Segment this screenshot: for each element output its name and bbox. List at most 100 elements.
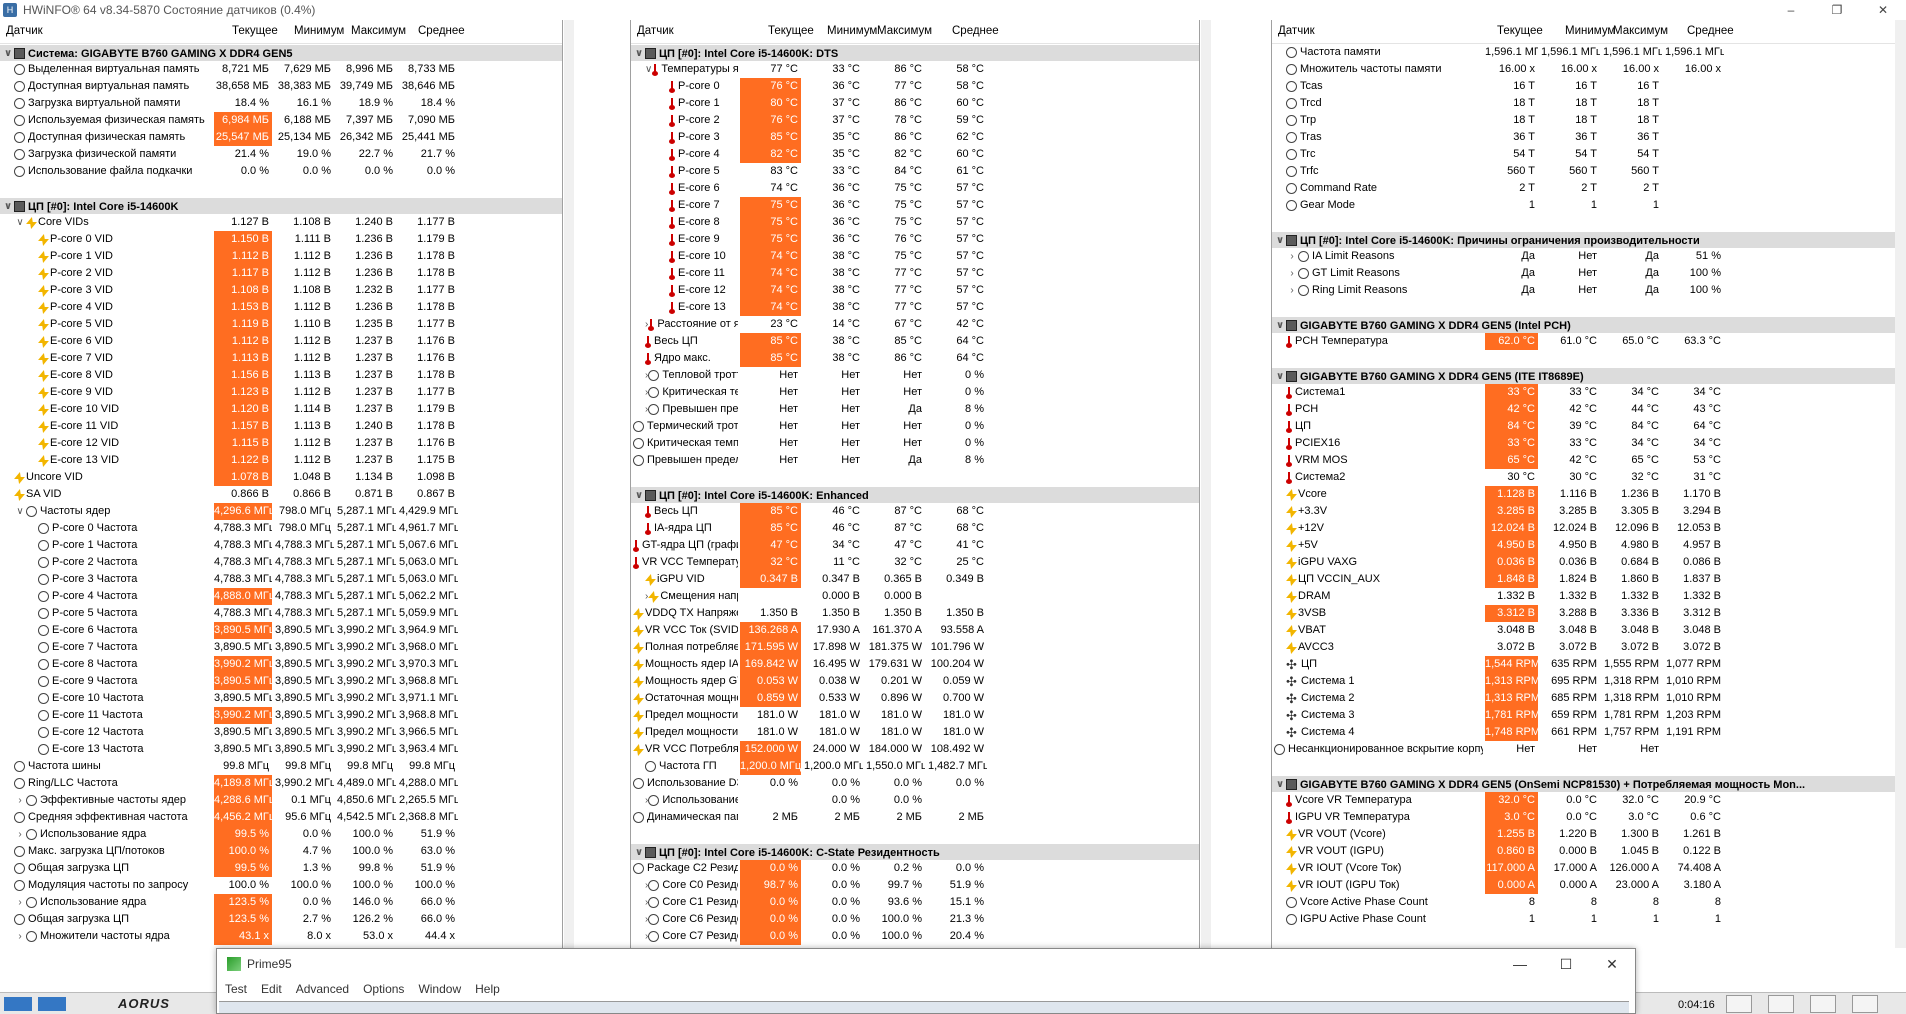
- sensor-row[interactable]: ›Core C0 Резидентность98.7 % 0.0 % 99.7 % 5…: [631, 877, 1199, 894]
- menu-window[interactable]: Window: [418, 982, 461, 996]
- prime95-close-button[interactable]: ✕: [1589, 949, 1635, 979]
- sensor-row[interactable]: VR VOUT (Vcore) 1.255 В 1.220 В 1.300 В 1.26…: [1272, 826, 1900, 843]
- sensor-row[interactable]: E-core 12 Частота 3,890.5 МГц 3,890.5 МГц 3…: [0, 724, 562, 741]
- sensor-row[interactable]: GT-ядра ЦП (графика)47 °C34 °C47 °C41 °C: [631, 537, 1199, 554]
- sensor-row[interactable]: VR IOUT (IGPU Ток) 0.000 A 0.000 A 23.000 A…: [1272, 877, 1900, 894]
- sensor-row[interactable]: E-core 7 VID 1.113 В 1.112 В 1.237 В 1.176 В: [0, 350, 562, 367]
- sensor-row[interactable]: E-core 8 75 °C 36 °C 75 °C 57 °C: [631, 214, 1199, 231]
- sensor-row[interactable]: ›Использование D3D ГП 0.0 % 0.0 %: [631, 792, 1199, 809]
- chevron-right-icon[interactable]: ›: [1286, 282, 1298, 299]
- sensor-row[interactable]: E-core 6 Частота 3,890.5 МГц 3,890.5 МГц 3,…: [0, 622, 562, 639]
- sensor-row[interactable]: E-core 13 74 °C 38 °C 77 °C 57 °C: [631, 299, 1199, 316]
- sensor-row[interactable]: P-core 5 Частота 4,788.3 МГц 4,788.3 МГц 5,…: [0, 605, 562, 622]
- chevron-down-icon[interactable]: ∨: [1274, 369, 1286, 385]
- sensor-row[interactable]: P-core 1 80 °C 37 °C 86 °C 60 °C: [631, 95, 1199, 112]
- sensor-row[interactable]: E-core 7 Частота 3,890.5 МГц 3,890.5 МГц 3,…: [0, 639, 562, 656]
- chevron-down-icon[interactable]: ∨: [1274, 777, 1286, 793]
- sensor-row[interactable]: P-core 0 76 °C 36 °C 77 °C 58 °C: [631, 78, 1199, 95]
- sensor-row[interactable]: E-core 10 74 °C 38 °C 75 °C 57 °C: [631, 248, 1199, 265]
- sensor-row[interactable]: P-core 3 Частота 4,788.3 МГц 4,788.3 МГц 5,…: [0, 571, 562, 588]
- sensor-row[interactable]: Использование файла подкачки 0.0 % 0.0 % 0.…: [0, 163, 562, 180]
- sensor-row[interactable]: P-core 2 Частота 4,788.3 МГц 4,788.3 МГц 5,…: [0, 554, 562, 571]
- header-max[interactable]: Максимум: [1613, 25, 1668, 37]
- sensor-row[interactable]: IGPU Active Phase Count 1 1 1 1: [1272, 911, 1900, 928]
- sensor-group[interactable]: ∨ ЦП [#0]: Intel Core i5-14600K: [0, 198, 562, 214]
- sensor-row[interactable]: Ядро макс. 85 °C 38 °C 86 °C 64 °C: [631, 350, 1199, 367]
- sensor-row[interactable]: Макс. загрузка ЦП/потоков 100.0 % 4.7 % 100…: [0, 843, 562, 860]
- sensor-row[interactable]: AVCC3 3.072 В 3.072 В 3.072 В 3.072 В: [1272, 639, 1900, 656]
- sensor-row[interactable]: VR VCC Потребляемая мощность (SVID PO...…: [631, 741, 1199, 758]
- sensor-row[interactable]: VRM MOS 65 °C 42 °C 65 °C 53 °C: [1272, 452, 1900, 469]
- chevron-right-icon[interactable]: ›: [1286, 265, 1298, 282]
- sensor-row[interactable]: Command Rate 2 T 2 T 2 T: [1272, 180, 1900, 197]
- sensor-row[interactable]: ✣ ЦП 1,544 RPM 635 RPM 1,555 RPM 1,077 RPM: [1272, 656, 1900, 673]
- sensor-row[interactable]: VR VCC Ток (SVID IOUT)136.268 A 17.930 A 1…: [631, 622, 1199, 639]
- sensor-pane-1[interactable]: Датчик Текущее Минимум Максимум Среднее ∨ Сист…: [0, 20, 563, 948]
- sensor-row[interactable]: Динамическая память D3D ГП 2 МБ 2 МБ 2 МБ 2 …: [631, 809, 1199, 826]
- header-current[interactable]: Текущее: [768, 25, 814, 37]
- sensor-row[interactable]: PCIEX16 33 °C 33 °C 34 °C 34 °C: [1272, 435, 1900, 452]
- menu-advanced[interactable]: Advanced: [296, 982, 349, 996]
- sensor-row[interactable]: E-core 8 Частота 3,990.2 МГц 3,890.5 МГц 3,…: [0, 656, 562, 673]
- sensor-row[interactable]: Vcore VR Температура 32.0 °C 0.0 °C 32.0 °C…: [1272, 792, 1900, 809]
- header-sensor[interactable]: Датчик: [6, 25, 43, 37]
- sensor-row[interactable]: +3.3V 3.285 В 3.285 В 3.305 В 3.294 В: [1272, 503, 1900, 520]
- sensor-group[interactable]: ∨ ЦП [#0]: Intel Core i5-14600K: Enhanced: [631, 487, 1199, 503]
- sensor-group[interactable]: ∨ ЦП [#0]: Intel Core i5-14600K: C-State …: [631, 844, 1199, 860]
- sensor-row[interactable]: Доступная виртуальная память 38,658 МБ 38,…: [0, 78, 562, 95]
- sensor-row[interactable]: E-core 7 75 °C 36 °C 75 °C 57 °C: [631, 197, 1199, 214]
- sensor-row[interactable]: Gear Mode 1 1 1: [1272, 197, 1900, 214]
- sensor-row[interactable]: SA VID 0.866 В 0.866 В 0.871 В 0.867 В: [0, 486, 562, 503]
- chevron-right-icon[interactable]: ›: [14, 894, 26, 911]
- scrollbar-1[interactable]: [564, 20, 574, 948]
- sensor-row[interactable]: P-core 3 VID 1.108 В 1.108 В 1.232 В 1.177 В: [0, 282, 562, 299]
- sensor-row[interactable]: P-core 4 82 °C 35 °C 82 °C 60 °C: [631, 146, 1199, 163]
- report-icon[interactable]: [1768, 995, 1794, 1013]
- header-min[interactable]: Минимум: [827, 25, 877, 37]
- sensor-row[interactable]: Превышен предел мощности пакета/кольца Не…: [631, 452, 1199, 469]
- sensor-pane-3[interactable]: Датчик Текущее Минимум Максимум Среднее Часто…: [1271, 20, 1901, 948]
- sensor-row[interactable]: Средняя эффективная частота 4,456.2 МГц 95…: [0, 809, 562, 826]
- sensor-row[interactable]: Система1 33 °C 33 °C 34 °C 34 °C: [1272, 384, 1900, 401]
- sensor-row[interactable]: P-core 1 VID 1.112 В 1.112 В 1.236 В 1.178 В: [0, 248, 562, 265]
- sensor-row[interactable]: E-core 13 VID 1.122 В 1.112 В 1.237 В 1.175 …: [0, 452, 562, 469]
- sensor-row[interactable]: E-core 9 VID 1.123 В 1.112 В 1.237 В 1.177 В: [0, 384, 562, 401]
- chevron-down-icon[interactable]: ∨: [14, 214, 26, 231]
- sensor-row[interactable]: Выделенная виртуальная память 8,721 МБ 7,6…: [0, 61, 562, 78]
- sensor-row[interactable]: › IA Limit Reasons Да Нет Да 51 %: [1272, 248, 1900, 265]
- header-avg[interactable]: Среднее: [418, 25, 465, 37]
- sensor-row[interactable]: VBAT 3.048 В 3.048 В 3.048 В 3.048 В: [1272, 622, 1900, 639]
- sensor-row[interactable]: Полная потребляемая мощность ЦП171.595 W…: [631, 639, 1199, 656]
- arrows-left-icon[interactable]: [4, 997, 32, 1011]
- prime95-maximize-button[interactable]: ☐: [1543, 949, 1589, 979]
- header-current[interactable]: Текущее: [1497, 25, 1543, 37]
- sensor-row[interactable]: Частота ГП 1,200.0 МГц 1,200.0 МГц 1,550.0 …: [631, 758, 1199, 775]
- sensor-row[interactable]: PCH 42 °C 42 °C 44 °C 43 °C: [1272, 401, 1900, 418]
- chevron-down-icon[interactable]: ∨: [1274, 318, 1286, 334]
- sensor-row[interactable]: ∨ Частоты ядер 4,296.6 МГц 798.0 МГц 5,287.1…: [0, 503, 562, 520]
- sensor-row[interactable]: Uncore VID 1.078 В 1.048 В 1.134 В 1.098 В: [0, 469, 562, 486]
- sensor-row[interactable]: E-core 11 VID 1.157 В 1.113 В 1.240 В 1.178 …: [0, 418, 562, 435]
- sensor-row[interactable]: VR VOUT (IGPU) 0.860 В 0.000 В 1.045 В 0.122…: [1272, 843, 1900, 860]
- sensor-row[interactable]: E-core 8 VID 1.156 В 1.113 В 1.237 В 1.178 В: [0, 367, 562, 384]
- sensor-group[interactable]: ∨ ЦП [#0]: Intel Core i5-14600K: Причины …: [1272, 232, 1900, 248]
- sensor-row[interactable]: DRAM 1.332 В 1.332 В 1.332 В 1.332 В: [1272, 588, 1900, 605]
- sensor-row[interactable]: IGPU VR Температура 3.0 °C 0.0 °C 3.0 °C 0.6…: [1272, 809, 1900, 826]
- chevron-down-icon[interactable]: ∨: [633, 46, 645, 62]
- sensor-row[interactable]: Общая загрузка ЦП 99.5 % 1.3 % 99.8 % 51.9 %: [0, 860, 562, 877]
- chevron-right-icon[interactable]: ›: [14, 792, 26, 809]
- sensor-group[interactable]: ∨ Система: GIGABYTE B760 GAMING X DDR4 GE…: [0, 45, 562, 61]
- sensor-row[interactable]: P-core 4 VID 1.153 В 1.112 В 1.236 В 1.178 В: [0, 299, 562, 316]
- sensor-row[interactable]: ›Смещения напряжения 0.000 В 0.000 В: [631, 588, 1199, 605]
- sensor-row[interactable]: P-core 4 Частота 4,888.0 МГц 4,788.3 МГц 5,…: [0, 588, 562, 605]
- sensor-row[interactable]: P-core 2 VID 1.117 В 1.112 В 1.236 В 1.178 В: [0, 265, 562, 282]
- sensor-row[interactable]: › GT Limit Reasons Да Нет Да 100 %: [1272, 265, 1900, 282]
- sensor-row[interactable]: VR VCC Температура (SVID)32 °C11 °C32 °C…: [631, 554, 1199, 571]
- sensor-row[interactable]: Tcas 16 T 16 T 16 T: [1272, 78, 1900, 95]
- sensor-row[interactable]: ✣ Система 2 1,313 RPM 685 RPM 1,318 RPM 1,010…: [1272, 690, 1900, 707]
- header-avg[interactable]: Среднее: [952, 25, 999, 37]
- sensor-row[interactable]: Общая загрузка ЦП 123.5 % 2.7 % 126.2 % 66.0…: [0, 911, 562, 928]
- sensor-row[interactable]: ›Core C6 Резидентность0.0 %0.0 %100.0 %2…: [631, 911, 1199, 928]
- header-avg[interactable]: Среднее: [1687, 25, 1734, 37]
- prime95-minimize-button[interactable]: —: [1497, 949, 1543, 979]
